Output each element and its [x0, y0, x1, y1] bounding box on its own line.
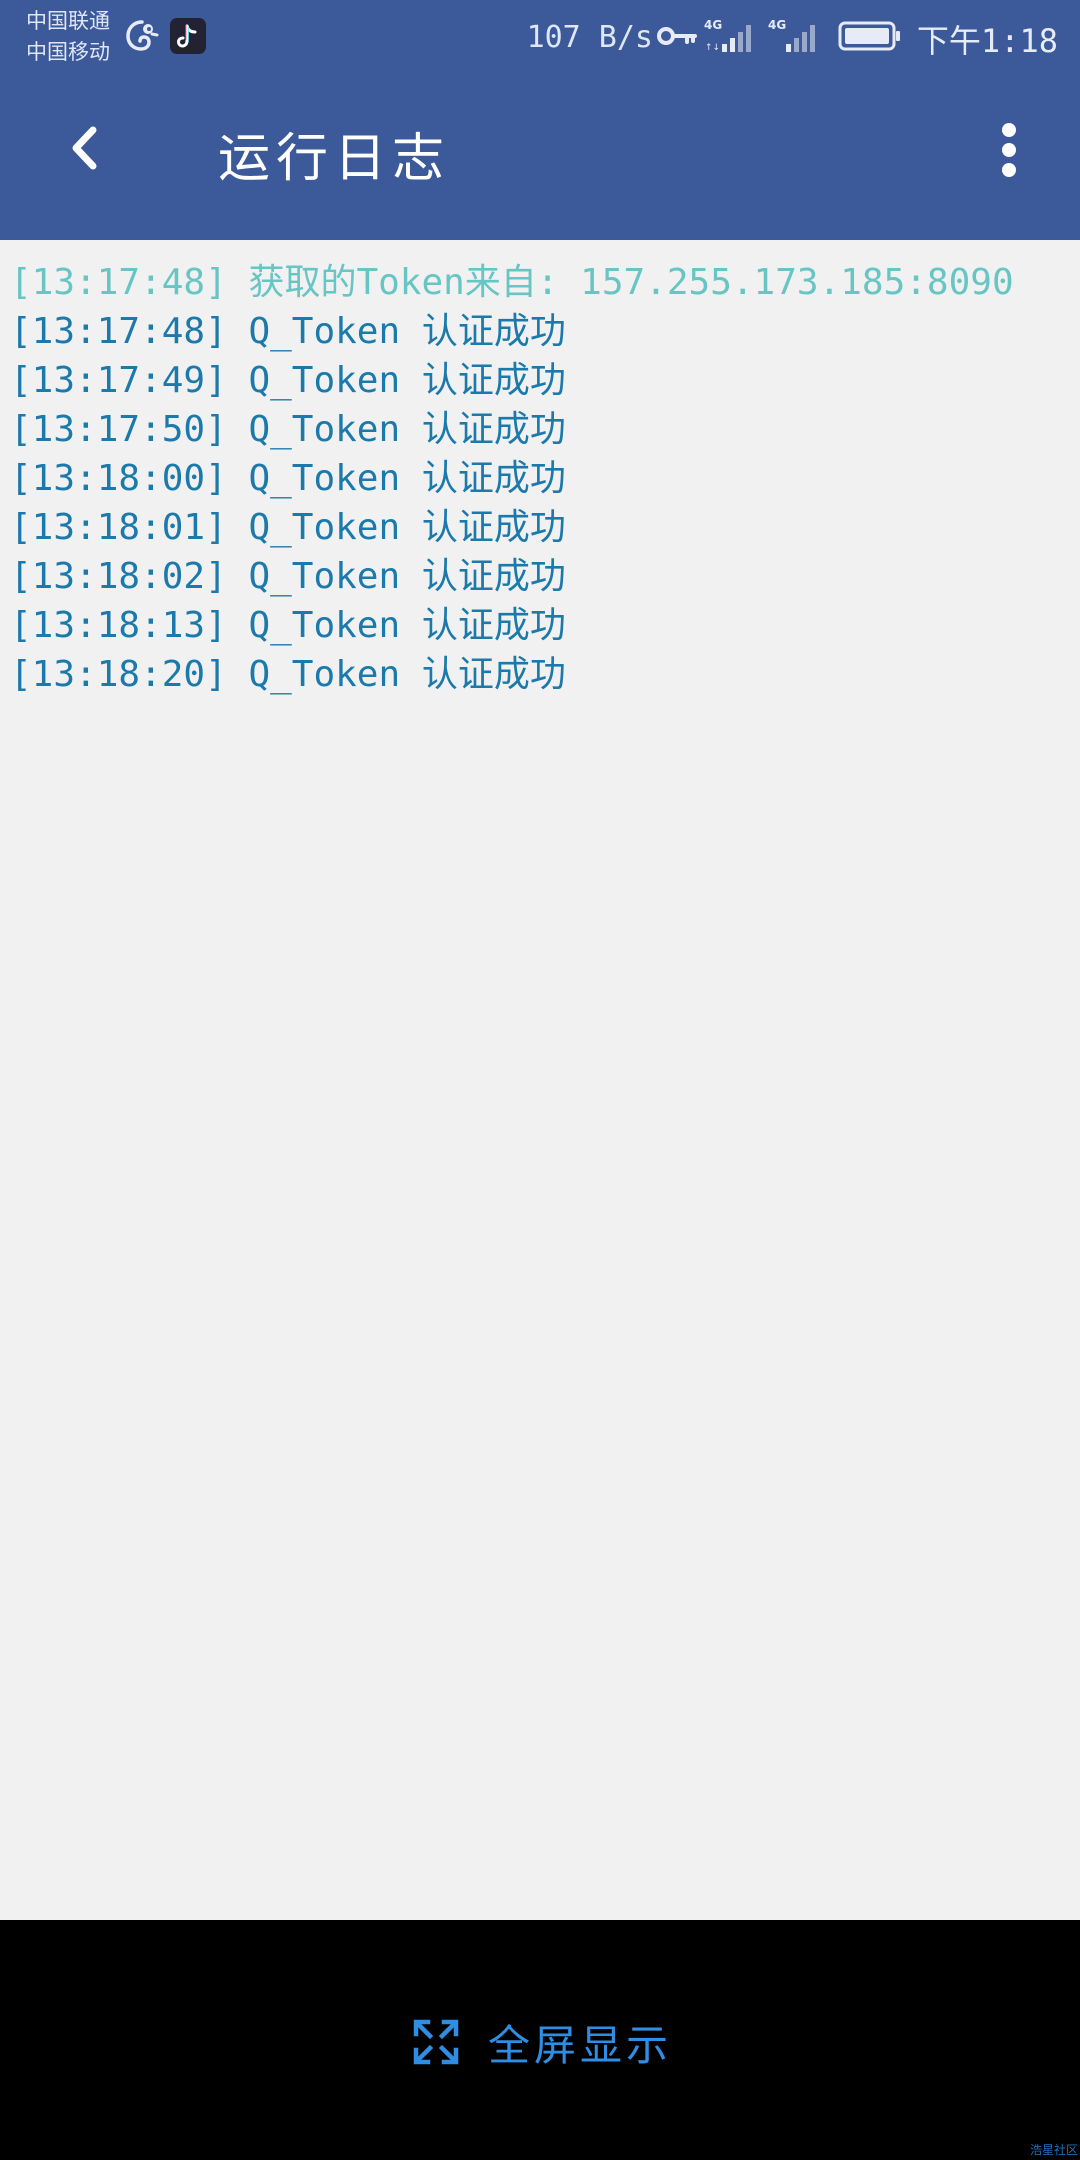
log-entry: [13:17:48] 获取的Token来自: 157.255.173.185:8…	[10, 258, 1080, 307]
log-entry: [13:17:49] Q_Token 认证成功	[10, 356, 1080, 405]
signal-1-label: 4G	[704, 18, 722, 32]
carrier-info: 中国联通 中国移动	[26, 6, 110, 68]
more-options-button[interactable]	[984, 118, 1034, 182]
chameleon-app-icon	[126, 20, 159, 51]
log-entry: [13:18:01] Q_Token 认证成功	[10, 503, 1080, 552]
battery-icon	[838, 21, 900, 51]
signal-icon: 4G ↑↓	[704, 18, 751, 53]
log-message: Q_Token 认证成功	[248, 409, 566, 450]
log-view[interactable]: [13:17:48] 获取的Token来自: 157.255.173.185:8…	[0, 240, 1080, 1920]
log-entry: [13:18:13] Q_Token 认证成功	[10, 601, 1080, 650]
log-timestamp: [13:18:01]	[10, 507, 227, 548]
fullscreen-label: 全屏显示	[488, 2020, 673, 2070]
log-message: Q_Token 认证成功	[248, 556, 566, 597]
clock: 下午1:18	[916, 22, 1058, 60]
page-title: 运行日志	[218, 129, 451, 189]
chevron-left-icon	[72, 126, 97, 170]
log-entry: [13:17:50] Q_Token 认证成功	[10, 405, 1080, 454]
net-speed: 107 B/s	[526, 20, 653, 55]
carrier-1: 中国联通	[26, 9, 110, 33]
signal-2-label: 4G	[768, 18, 786, 32]
log-message: Q_Token 认证成功	[248, 458, 566, 499]
log-message: Q_Token 认证成功	[248, 507, 566, 548]
svg-text:↑↓: ↑↓	[705, 43, 720, 53]
log-entry: [13:17:48] Q_Token 认证成功	[10, 307, 1080, 356]
log-entry: [13:18:20] Q_Token 认证成功	[10, 650, 1080, 699]
log-message: Q_Token 认证成功	[248, 311, 566, 352]
log-entry: [13:18:00] Q_Token 认证成功	[10, 454, 1080, 503]
log-timestamp: [13:17:49]	[10, 360, 227, 401]
log-timestamp: [13:17:48]	[10, 311, 227, 352]
key-icon	[657, 27, 697, 45]
app-bar: 运行日志	[0, 74, 1080, 240]
log-message: Q_Token 认证成功	[248, 360, 566, 401]
expand-icon	[413, 2019, 459, 2065]
log-message: 获取的Token来自: 157.255.173.185:8090	[248, 262, 1014, 303]
tiktok-icon	[170, 18, 206, 54]
more-vert-icon	[1002, 123, 1016, 177]
log-message: Q_Token 认证成功	[248, 605, 566, 646]
carrier-2: 中国移动	[26, 40, 110, 64]
log-timestamp: [13:17:48]	[10, 262, 227, 303]
log-timestamp: [13:17:50]	[10, 409, 227, 450]
log-timestamp: [13:18:13]	[10, 605, 227, 646]
signal-icon-2: 4G	[768, 18, 815, 52]
app-screen: 中国联通 中国移动 107 B/s 4G ↑↓ 4G 下午1:18 运行日志 […	[0, 0, 1080, 2160]
status-right: 107 B/s 4G ↑↓ 4G 下午1:18	[520, 0, 1080, 74]
back-button[interactable]	[52, 116, 116, 180]
log-timestamp: [13:18:20]	[10, 654, 227, 695]
bottom-bar: 全屏显示 浩星社区	[0, 1920, 1080, 2160]
header: 中国联通 中国移动 107 B/s 4G ↑↓ 4G 下午1:18 运行日志	[0, 0, 1080, 240]
log-timestamp: [13:18:02]	[10, 556, 227, 597]
log-message: Q_Token 认证成功	[248, 654, 566, 695]
log-entry: [13:18:02] Q_Token 认证成功	[10, 552, 1080, 601]
fullscreen-button[interactable]: 全屏显示	[412, 2010, 672, 2074]
watermark: 浩星社区	[1029, 2143, 1078, 2157]
status-bar: 中国联通 中国移动 107 B/s 4G ↑↓ 4G 下午1:18	[0, 0, 1080, 74]
log-timestamp: [13:18:00]	[10, 458, 227, 499]
